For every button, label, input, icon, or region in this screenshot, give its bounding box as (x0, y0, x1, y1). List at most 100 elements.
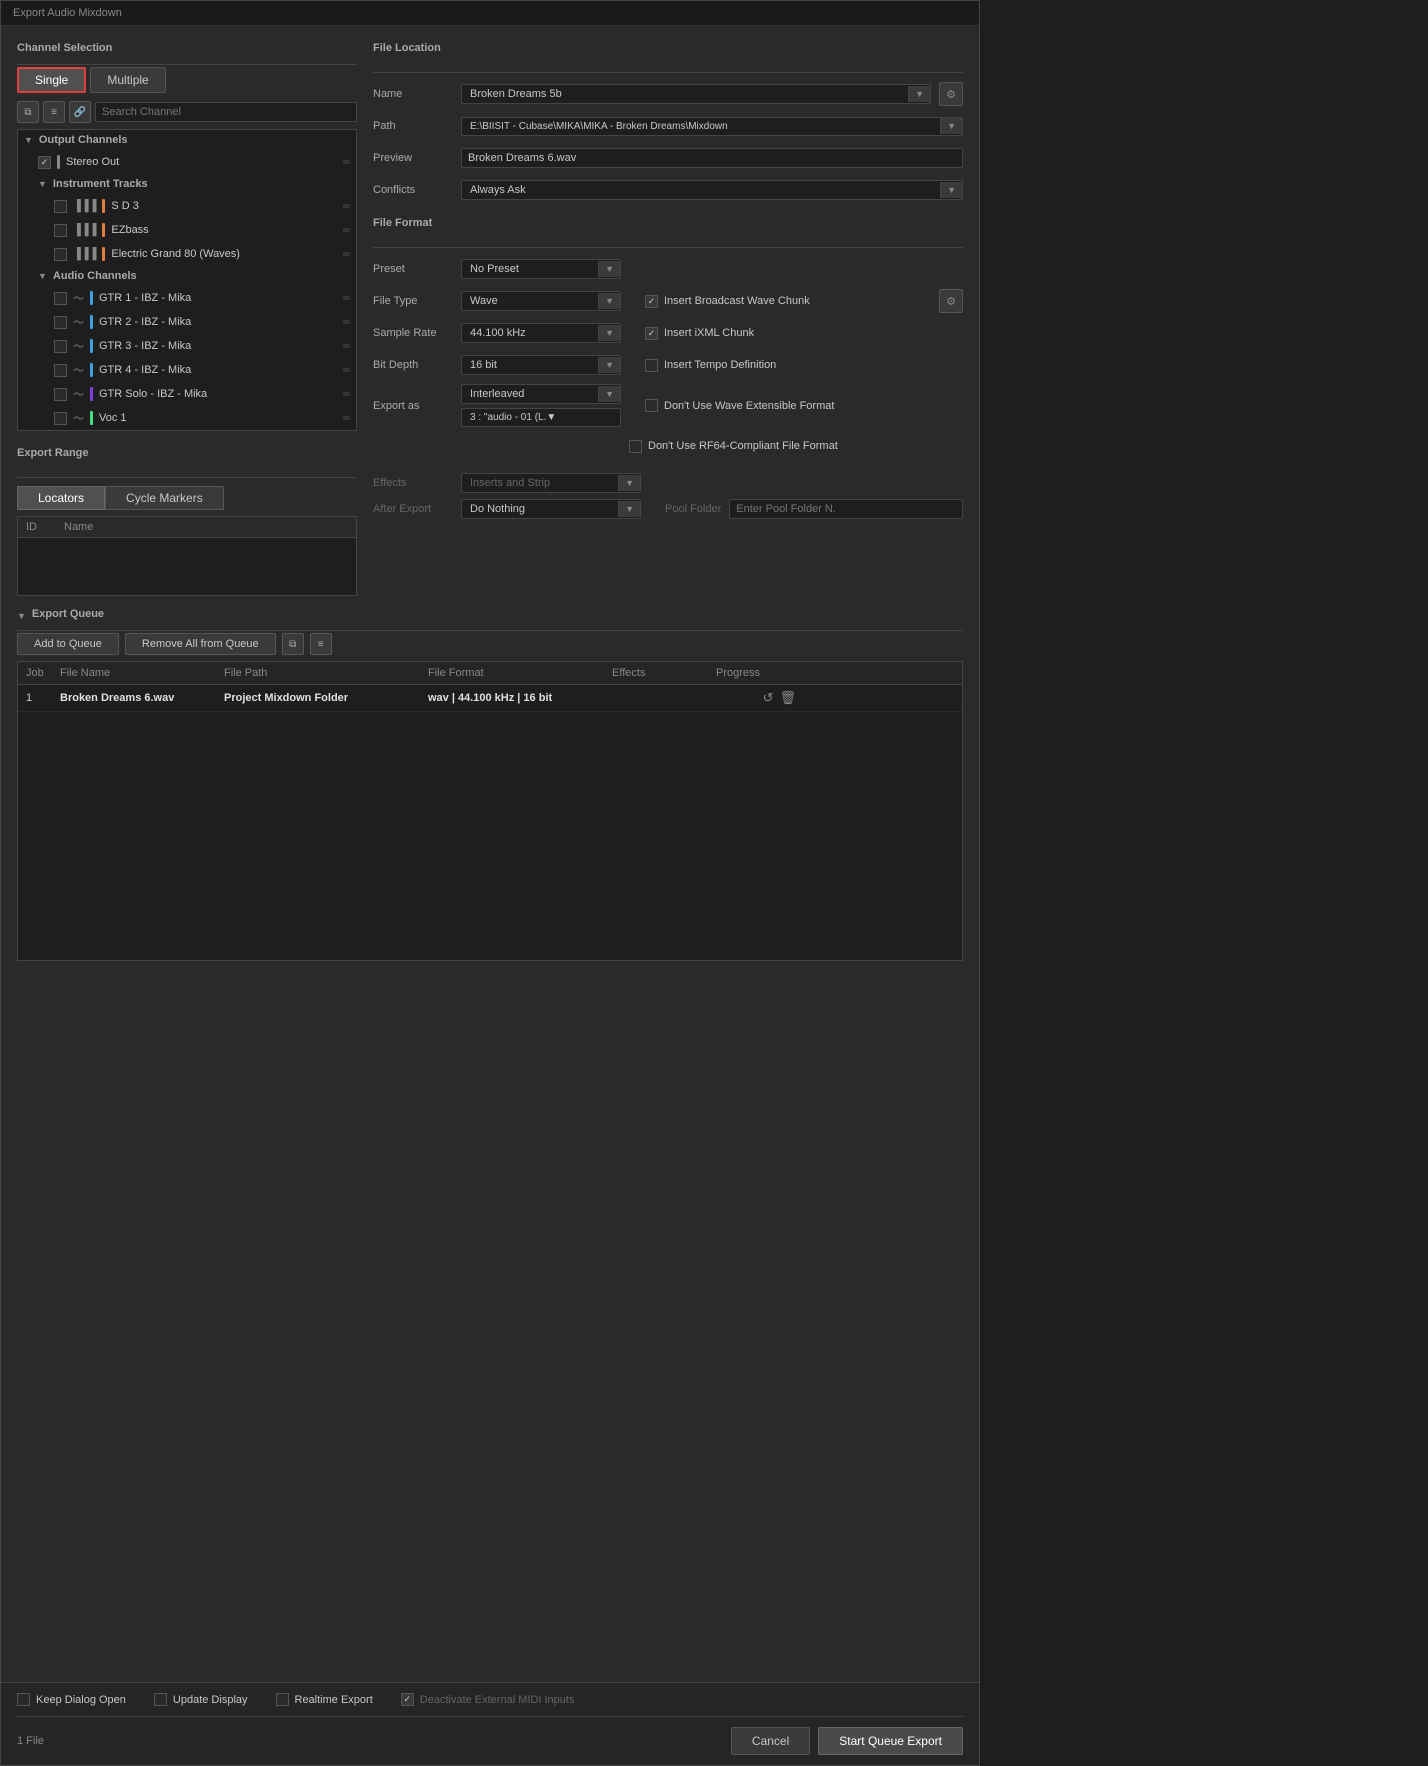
queue-icon-btn-1[interactable]: ⧉ (282, 633, 304, 655)
channel-gtr4[interactable]: 〜 GTR 4 - IBZ - Mika ∞ (18, 358, 356, 382)
insert-bwf-checkbox[interactable] (645, 295, 658, 308)
channel-list: ▼ Output Channels Stereo Out ∞ ▼ In (17, 129, 357, 431)
sample-rate-dropdown-arrow[interactable]: ▼ (598, 325, 620, 341)
bwf-gear-button[interactable]: ⚙ (939, 289, 963, 313)
insert-ixml-checkbox[interactable] (645, 327, 658, 340)
no-wave-ext-checkbox[interactable] (645, 399, 658, 412)
queue-icon-btn-2[interactable]: ≡ (310, 633, 332, 655)
channel-gtr4-checkbox[interactable] (54, 364, 67, 377)
realtime-export-row: Realtime Export (276, 1693, 373, 1706)
channel-selection-title: Channel Selection (17, 42, 112, 54)
conflicts-dropdown-arrow[interactable]: ▼ (940, 182, 962, 198)
channel-gtrsolo[interactable]: 〜 GTR Solo - IBZ - Mika ∞ (18, 382, 356, 406)
link-icon: ∞ (343, 225, 350, 236)
sample-rate-label: Sample Rate (373, 327, 453, 339)
file-location-title: File Location (373, 42, 441, 54)
multiple-button[interactable]: Multiple (90, 67, 165, 93)
export-as-dropdown-arrow[interactable]: ▼ (598, 386, 620, 402)
channel-gtr1[interactable]: 〜 GTR 1 - IBZ - Mika ∞ (18, 286, 356, 310)
queue-refresh-icon[interactable]: ↺ (763, 690, 774, 706)
preview-label: Preview (373, 152, 453, 164)
path-dropdown-arrow[interactable]: ▼ (940, 118, 962, 134)
file-count: 1 File (17, 1735, 44, 1747)
channel-stereo-out[interactable]: Stereo Out ∞ (18, 150, 356, 174)
after-export-dropdown-arrow[interactable]: ▼ (618, 501, 640, 517)
preset-dropdown-arrow[interactable]: ▼ (598, 261, 620, 277)
link-icon: ∞ (343, 341, 350, 352)
channel-sd3[interactable]: ▐▐▐ S D 3 ∞ (18, 194, 356, 218)
channel-gtr2[interactable]: 〜 GTR 2 - IBZ - Mika ∞ (18, 310, 356, 334)
file-type-dropdown-arrow[interactable]: ▼ (598, 293, 620, 309)
channel-voc1-checkbox[interactable] (54, 412, 67, 425)
link-icon: ∞ (343, 249, 350, 260)
export-as-sub-value: 3 : "audio - 01 (L.▼ (462, 409, 620, 426)
copy-icon-btn[interactable]: ⧉ (17, 101, 39, 123)
queue-delete-icon[interactable]: 🗑 (779, 690, 796, 706)
bit-depth-value: 16 bit (462, 356, 598, 374)
channel-ezbass[interactable]: ▐▐▐ EZbass ∞ (18, 218, 356, 242)
channel-stereo-out-checkbox[interactable] (38, 156, 51, 169)
export-queue-title: Export Queue (32, 608, 104, 620)
preview-input[interactable] (461, 148, 963, 168)
bottom-bar: Keep Dialog Open Update Display Realtime… (1, 1682, 979, 1765)
realtime-export-checkbox[interactable] (276, 1693, 289, 1706)
channel-gtrsolo-checkbox[interactable] (54, 388, 67, 401)
link-icon-btn[interactable]: 🔗 (69, 101, 91, 123)
channel-elgrand[interactable]: ▐▐▐ Electric Grand 80 (Waves) ∞ (18, 242, 356, 266)
pool-folder-label: Pool Folder (665, 503, 721, 515)
effects-value: Inserts and Strip (462, 474, 618, 492)
search-channel-input[interactable] (95, 102, 357, 122)
file-format-title: File Format (373, 217, 432, 229)
effects-label: Effects (373, 477, 453, 489)
channel-ezbass-checkbox[interactable] (54, 224, 67, 237)
link-icon: ∞ (343, 293, 350, 304)
name-gear-button[interactable]: ⚙ (939, 82, 963, 106)
channel-voc1[interactable]: 〜 Voc 1 ∞ (18, 406, 356, 430)
remove-all-from-queue-button[interactable]: Remove All from Queue (125, 633, 276, 655)
queue-row-filepath: Project Mixdown Folder (224, 692, 424, 704)
keep-dialog-checkbox[interactable] (17, 1693, 30, 1706)
channel-gtr1-checkbox[interactable] (54, 292, 67, 305)
preset-value: No Preset (462, 260, 598, 278)
export-as-value: Interleaved (462, 385, 598, 403)
bit-depth-dropdown-arrow[interactable]: ▼ (598, 357, 620, 373)
list-icon-btn[interactable]: ≡ (43, 101, 65, 123)
channel-gtr3-checkbox[interactable] (54, 340, 67, 353)
deactivate-midi-checkbox[interactable] (401, 1693, 414, 1706)
no-wave-ext-label: Don't Use Wave Extensible Format (664, 400, 834, 412)
insert-tempo-checkbox[interactable] (645, 359, 658, 372)
cycle-markers-button[interactable]: Cycle Markers (105, 486, 224, 510)
queue-row-1[interactable]: 1 Broken Dreams 6.wav Project Mixdown Fo… (18, 685, 962, 712)
pool-folder-input[interactable] (729, 499, 963, 519)
channel-sd3-checkbox[interactable] (54, 200, 67, 213)
queue-row-actions: ↺ 🗑 (716, 690, 796, 706)
cancel-button[interactable]: Cancel (731, 1727, 810, 1755)
no-rf64-checkbox[interactable] (629, 440, 642, 453)
add-to-queue-button[interactable]: Add to Queue (17, 633, 119, 655)
name-dropdown-arrow[interactable]: ▼ (908, 86, 930, 102)
start-queue-export-button[interactable]: Start Queue Export (818, 1727, 963, 1755)
realtime-export-label: Realtime Export (295, 1694, 373, 1706)
insert-tempo-label: Insert Tempo Definition (664, 359, 776, 371)
range-col-id: ID (26, 521, 56, 533)
effects-dropdown-arrow[interactable]: ▼ (618, 475, 640, 491)
link-icon: ∞ (343, 201, 350, 212)
link-icon: ∞ (343, 389, 350, 400)
link-icon: ∞ (343, 157, 350, 168)
update-display-row: Update Display (154, 1693, 248, 1706)
queue-row-format: wav | 44.100 kHz | 16 bit (428, 692, 608, 704)
export-range-table: ID Name (17, 516, 357, 596)
name-value: Broken Dreams 5b (462, 85, 908, 103)
keep-dialog-row: Keep Dialog Open (17, 1693, 126, 1706)
path-label: Path (373, 120, 453, 132)
channel-gtr2-checkbox[interactable] (54, 316, 67, 329)
single-button[interactable]: Single (17, 67, 86, 93)
channel-elgrand-checkbox[interactable] (54, 248, 67, 261)
update-display-checkbox[interactable] (154, 1693, 167, 1706)
titlebar-text: Export Audio Mixdown (13, 7, 122, 19)
deactivate-midi-row: Deactivate External MIDI Inputs (401, 1693, 575, 1706)
channel-gtr3[interactable]: 〜 GTR 3 - IBZ - Mika ∞ (18, 334, 356, 358)
left-panel: Channel Selection Single Multiple ⧉ ≡ 🔗 (17, 42, 357, 596)
locators-button[interactable]: Locators (17, 486, 105, 510)
export-as-label: Export as (373, 400, 453, 412)
